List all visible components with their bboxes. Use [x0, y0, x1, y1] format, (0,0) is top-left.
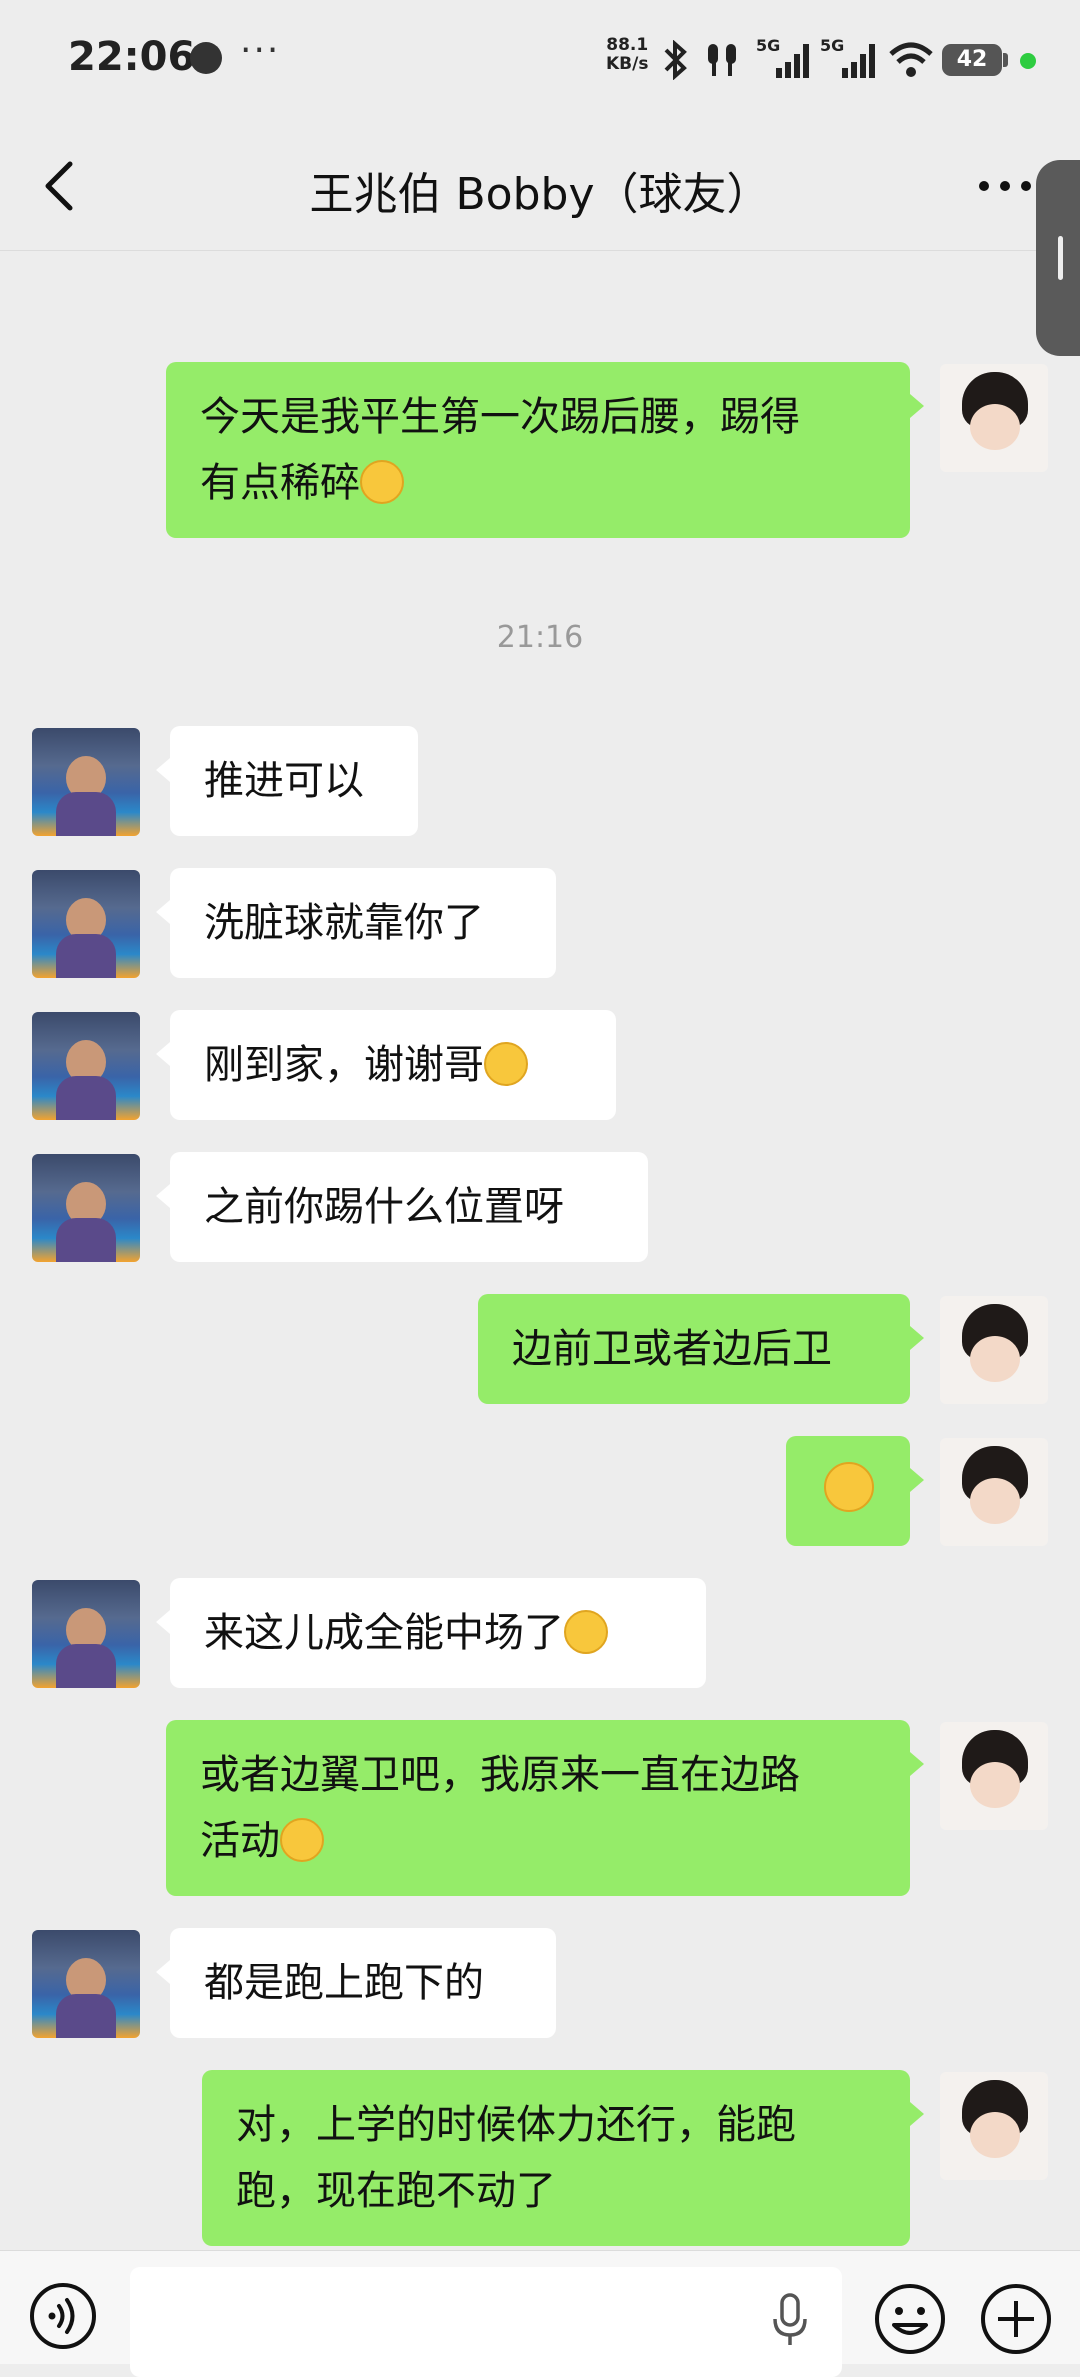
- message-bubble-friend[interactable]: 洗脏球就靠你了: [156, 868, 556, 978]
- message-bubble-friend[interactable]: 之前你踢什么位置呀: [156, 1152, 648, 1262]
- avatar-friend[interactable]: [32, 1154, 140, 1262]
- message-text: 来这儿成全能中场了: [204, 1610, 564, 1656]
- message-bubble-self[interactable]: 今天是我平生第一次踢后腰，踢得 有点稀碎: [166, 362, 924, 538]
- avatar-self[interactable]: [940, 1722, 1048, 1830]
- avatar-friend[interactable]: [32, 1012, 140, 1120]
- avatar-self[interactable]: [940, 364, 1048, 472]
- message-list[interactable]: 今天是我平生第一次踢后腰，踢得 有点稀碎 21:16 推进可以 洗脏球就靠你了 …: [0, 252, 1080, 2250]
- avatar-self[interactable]: [940, 1296, 1048, 1404]
- message-bubble-self[interactable]: 对，上学的时候体力还行，能跑 跑，现在跑不动了: [202, 2070, 924, 2246]
- signal-1-label: 5G: [756, 36, 781, 55]
- face-with-tears-of-joy-icon: [824, 1462, 874, 1512]
- avatar-friend[interactable]: [32, 1930, 140, 2038]
- message-input[interactable]: [130, 2267, 842, 2377]
- message-bubble-friend[interactable]: 都是跑上跑下的: [156, 1928, 556, 2038]
- message-bubble-self[interactable]: [786, 1436, 924, 1546]
- message-bubble-self[interactable]: 边前卫或者边后卫: [478, 1294, 924, 1404]
- emoji-picker-icon[interactable]: [872, 2281, 948, 2357]
- grinning-face-icon: [484, 1042, 528, 1086]
- microphone-icon[interactable]: [770, 2291, 810, 2351]
- status-bar: 22:06 ··· 88.1 KB/s 5G 5G 42: [0, 0, 1080, 120]
- face-with-tears-of-joy-icon: [360, 460, 404, 504]
- avatar-self[interactable]: [940, 2072, 1048, 2180]
- more-options-icon[interactable]: [970, 150, 1040, 220]
- voice-input-icon[interactable]: [28, 2281, 98, 2351]
- chat-input-bar: [0, 2250, 1080, 2377]
- battery-icon: 42: [942, 44, 1002, 76]
- message-timestamp: 21:16: [496, 620, 584, 655]
- message-text: 都是跑上跑下的: [204, 1960, 484, 2006]
- message-bubble-friend[interactable]: 刚到家，谢谢哥: [156, 1010, 616, 1120]
- network-speed: 88.1 KB/s: [606, 36, 648, 74]
- message-text: 对，上学的时候体力还行，能跑 跑，现在跑不动了: [236, 2102, 796, 2214]
- status-time: 22:06: [68, 34, 196, 80]
- message-text: 之前你踢什么位置呀: [204, 1184, 564, 1230]
- active-indicator-dot: [1020, 53, 1036, 69]
- battery-level: 42: [956, 47, 988, 72]
- rolling-on-the-floor-laughing-icon: [564, 1610, 608, 1654]
- message-bubble-self[interactable]: 或者边翼卫吧，我原来一直在边路 活动: [166, 1720, 924, 1896]
- avatar-self[interactable]: [940, 1438, 1048, 1546]
- face-with-tears-of-joy-icon: [280, 1818, 324, 1862]
- network-speed-value: 88.1: [606, 35, 649, 55]
- avatar-friend[interactable]: [32, 728, 140, 836]
- message-text: 边前卫或者边后卫: [512, 1326, 832, 1372]
- message-text: 今天是我平生第一次踢后腰，踢得 有点稀碎: [200, 394, 800, 506]
- more-actions-plus-icon[interactable]: [978, 2281, 1054, 2357]
- message-text: 洗脏球就靠你了: [204, 900, 484, 946]
- wifi-icon: [889, 42, 933, 77]
- clock-notification-icon: [190, 42, 222, 74]
- avatar-friend[interactable]: [32, 870, 140, 978]
- avatar-friend[interactable]: [32, 1580, 140, 1688]
- signal-2-label: 5G: [820, 36, 845, 55]
- earbuds-icon: [708, 44, 736, 76]
- message-text: 推进可以: [204, 758, 364, 804]
- message-text: 刚到家，谢谢哥: [204, 1042, 484, 1088]
- chat-header: 王兆伯 Bobby（球友）: [0, 120, 1080, 251]
- bluetooth-icon: [664, 40, 687, 80]
- message-bubble-friend[interactable]: 推进可以: [156, 726, 418, 836]
- battery-cap: [1003, 53, 1008, 67]
- chat-title: 王兆伯 Bobby（球友）: [309, 169, 771, 220]
- more-notifications-icon: ···: [240, 30, 281, 71]
- message-bubble-friend[interactable]: 来这儿成全能中场了: [156, 1578, 706, 1688]
- network-speed-unit: KB/s: [606, 54, 649, 74]
